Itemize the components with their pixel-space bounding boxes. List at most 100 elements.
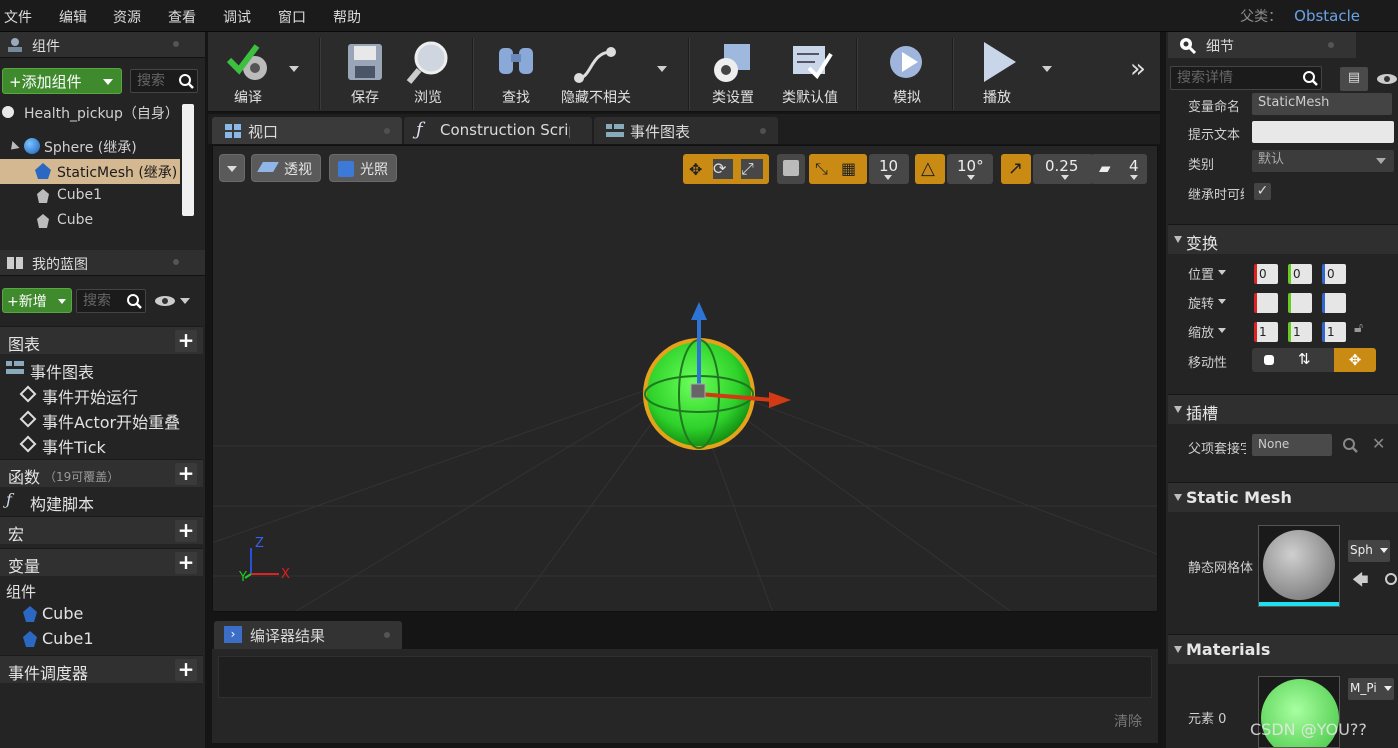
tab-viewport[interactable]: 视口 [212,117,402,144]
menu-window[interactable]: 窗口 [278,7,306,27]
viewport[interactable]: 透视 光照 ✥ ⟳ ⤢ ⤡ ▦ 10 △ 10° ↗ 0.25 ▰ 4 Z X … [212,145,1158,612]
view-options-icon[interactable] [154,294,192,308]
dispatchers-section[interactable]: 事件调度器 + [0,655,203,683]
tree-item-cube[interactable]: Cube [0,209,180,234]
chevron-down-icon[interactable] [1218,299,1226,304]
mobility-selector[interactable]: ⇅ ✥ [1252,348,1376,372]
use-selected-arrow-icon[interactable]: 🡄 [1352,569,1369,596]
rotation-z-field[interactable] [1322,293,1346,313]
rotate-icon[interactable]: ⟳ [713,159,733,179]
variable-name-field[interactable]: StaticMesh [1252,93,1392,115]
materials-category[interactable]: Materials [1168,634,1398,664]
scale-snap-toggle[interactable]: ↗ [1001,154,1031,184]
transform-mode-group[interactable]: ✥ ⟳ ⤢ [683,154,769,184]
clear-icon[interactable]: ✕ [1372,434,1385,453]
sphere-mesh-preview[interactable] [633,296,803,456]
hide-unrelated-chevron-icon[interactable] [657,66,667,72]
menu-debug[interactable]: 调试 [223,7,251,27]
visibility-eye-icon[interactable] [1376,72,1398,86]
camera-speed-button[interactable]: ▰ 4 [1091,154,1147,184]
expand-arrow-icon[interactable] [7,140,20,154]
sockets-category[interactable]: 插槽 [1168,394,1398,424]
location-label[interactable]: 位置 [1188,264,1214,283]
static-mobility-icon[interactable] [1264,355,1274,365]
category-dropdown[interactable]: 默认 [1252,150,1394,172]
chevron-down-icon[interactable] [1218,328,1226,333]
parent-class-link[interactable]: Obstacle [1294,7,1360,25]
graphs-section[interactable]: 图表 + [0,326,203,354]
scale-snap-value[interactable]: 0.25 [1033,154,1093,184]
viewport-options-button[interactable] [219,154,245,182]
chevron-down-icon[interactable] [1218,270,1226,275]
compile-options-chevron-icon[interactable] [289,66,299,72]
save-button[interactable]: 保存 [330,32,400,112]
movable-mobility-icon[interactable]: ✥ [1334,348,1376,372]
location-x-field[interactable]: 0 [1254,264,1278,284]
parent-socket-field[interactable]: None [1252,434,1332,456]
play-button[interactable]: 播放 [962,32,1032,112]
compiler-results-tab[interactable]: › 编译器结果 [214,621,402,649]
lit-mode-button[interactable]: 光照 [329,154,397,182]
macros-section[interactable]: 宏 + [0,516,203,544]
lock-icon[interactable]: 🔓︎ [1354,320,1363,336]
add-function-button[interactable]: + [175,463,197,485]
variables-section[interactable]: 变量 + [0,548,203,576]
menu-asset[interactable]: 资源 [113,7,141,27]
scale-x-field[interactable]: 1 [1254,322,1278,342]
class-settings-button[interactable]: 类设置 [698,32,768,112]
scale-label[interactable]: 缩放 [1188,322,1214,341]
class-defaults-button[interactable]: 类默认值 [774,32,846,112]
play-options-chevron-icon[interactable] [1042,66,1052,72]
tooltip-field[interactable] [1252,121,1394,143]
close-tab-icon[interactable] [384,632,390,638]
add-variable-button[interactable]: + [175,552,197,574]
more-tools-icon[interactable]: » [1130,54,1146,84]
blueprint-search-input[interactable]: 搜索 [76,289,146,313]
scrollbar[interactable] [182,104,194,216]
tree-item-staticmesh[interactable]: StaticMesh (继承) [0,159,180,184]
add-component-button[interactable]: +添加组件 [2,68,122,94]
search-icon[interactable] [1384,572,1398,588]
tree-item-cube1[interactable]: Cube1 [0,184,180,209]
scale-z-field[interactable]: 1 [1322,322,1346,342]
close-tab-icon[interactable] [760,128,766,134]
inherit-checkbox[interactable]: ✓ [1254,183,1271,200]
add-dispatcher-button[interactable]: + [175,659,197,681]
menu-file[interactable]: 文件 [4,7,32,27]
surface-snap-toggle[interactable]: ⤡ ▦ [809,154,867,184]
rotation-x-field[interactable] [1254,293,1278,313]
pin-icon[interactable] [173,259,179,265]
menu-edit[interactable]: 编辑 [59,7,87,27]
transform-category[interactable]: 变换 [1168,224,1398,254]
search-icon[interactable] [1342,437,1358,453]
rotation-label[interactable]: 旋转 [1188,293,1214,312]
rotation-snap-toggle[interactable]: △ [915,154,945,184]
compile-button[interactable]: 编译 [212,32,284,112]
menu-help[interactable]: 帮助 [333,7,361,27]
find-button[interactable]: 查找 [484,32,548,112]
add-graph-button[interactable]: + [175,330,197,352]
simulate-button[interactable]: 模拟 [872,32,942,112]
browse-button[interactable]: 浏览 [396,32,460,112]
grid-snap-value[interactable]: 10 [869,154,909,184]
functions-section[interactable]: 函数 （19可覆盖） + [0,459,203,487]
tab-event-graph[interactable]: 事件图表 [594,117,778,144]
material-dropdown[interactable]: M_Pi [1348,678,1394,700]
component-search-input[interactable]: 搜索 [130,69,198,93]
tree-item-sphere[interactable]: Sphere (继承) [0,134,180,159]
location-z-field[interactable]: 0 [1322,264,1346,284]
static-mesh-dropdown[interactable]: Sph [1348,540,1390,562]
perspective-button[interactable]: 透视 [251,154,321,182]
pin-icon[interactable] [1328,42,1334,48]
translate-icon[interactable]: ✥ [689,160,707,179]
add-macro-button[interactable]: + [175,520,197,542]
scale-icon[interactable]: ⤢ [741,159,763,179]
tab-construction-script[interactable]: ƒ Construction Scrip [404,117,592,144]
location-y-field[interactable]: 0 [1288,264,1312,284]
rotation-y-field[interactable] [1288,293,1312,313]
close-tab-icon[interactable] [384,128,390,134]
property-matrix-icon[interactable]: ▤ [1340,67,1368,91]
static-mesh-thumbnail[interactable] [1258,525,1340,607]
add-new-button[interactable]: +新增 [2,288,72,313]
world-local-toggle[interactable] [777,154,805,184]
